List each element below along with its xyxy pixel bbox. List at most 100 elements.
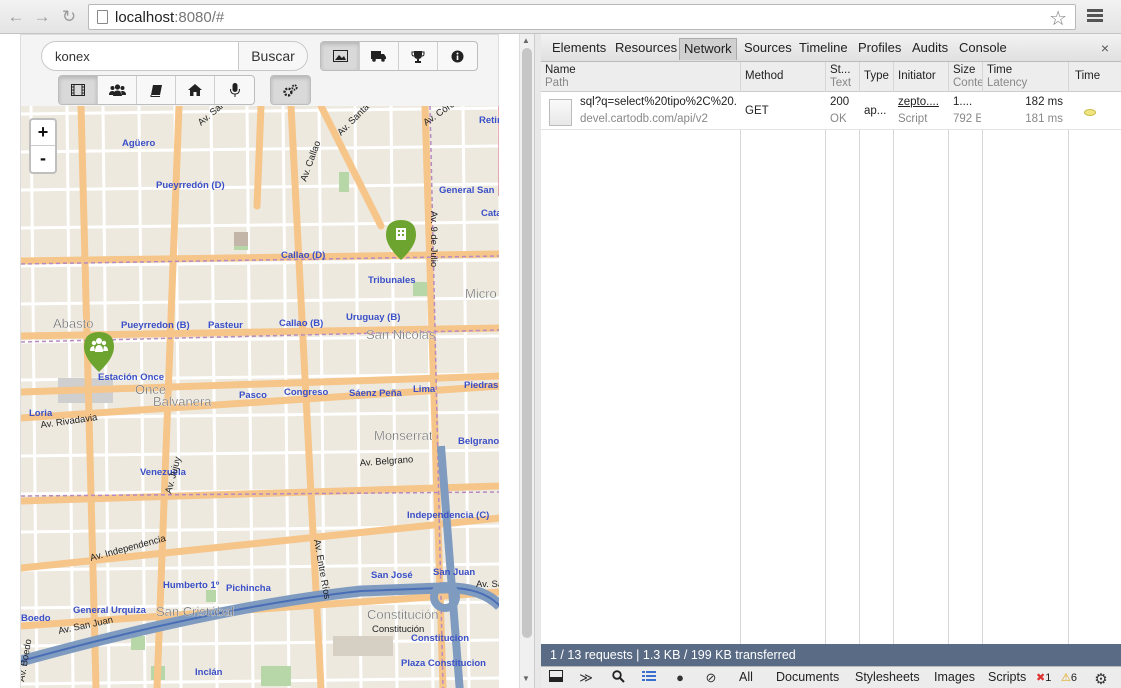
column-divider [1068,62,1069,644]
map-label: San Nicolás [366,327,436,342]
map-label: Independencia (C) [407,510,489,521]
image-icon[interactable] [321,42,360,70]
col-type[interactable]: Type [864,70,889,83]
map-label: Pasteur [208,320,243,331]
map-label: Boedo [21,613,51,624]
map-label: Av. 9 de Julio [428,211,439,267]
request-size: 1.... 792 E [953,96,981,125]
map-label: Retir [479,115,499,126]
tab-sources[interactable]: Sources [740,38,796,60]
map-label: Lima [413,384,436,395]
error-count[interactable]: ✖1 [1036,671,1051,684]
zoom-control: + - [29,118,57,174]
col-status[interactable]: St... Text [830,64,851,90]
info-icon[interactable] [438,42,477,70]
column-divider [982,62,983,644]
scroll-up-icon[interactable]: ▲ [522,36,530,45]
map-label: Pichincha [226,583,272,594]
map-label: Uruguay (B) [346,312,400,323]
forward-arrow-icon[interactable]: → [32,7,52,27]
filter-all[interactable]: All [739,670,753,684]
map-label: Tribunales [368,275,416,286]
tab-timeline[interactable]: Timeline [795,38,852,60]
page-scrollbar[interactable]: ▲ ▼ [519,34,534,688]
col-timeline[interactable]: Time [1075,70,1100,83]
map-label: Pueyrredon (B) [121,320,190,331]
map-label: Balvanera [153,394,212,409]
clear-icon[interactable]: ⊘ [702,670,720,686]
tab-console[interactable]: Console [955,38,1011,60]
search-button[interactable]: Buscar [238,41,308,71]
back-arrow-icon[interactable]: ← [6,7,26,27]
filter-scripts[interactable]: Scripts [988,670,1026,684]
search-panel: Buscar [20,34,499,106]
tab-audits[interactable]: Audits [908,38,952,60]
column-divider [740,62,741,644]
map-label: San Juan [433,567,475,578]
console-icon[interactable]: ≫ [577,670,595,686]
col-method[interactable]: Method [745,70,783,83]
map-label: Sáenz Peña [349,388,403,399]
gear-icon[interactable]: ⚙ [1092,670,1110,688]
col-name[interactable]: Name Path [545,64,576,90]
film-icon[interactable] [59,76,98,104]
request-type: ap... [864,105,887,117]
trophy-icon[interactable] [399,42,438,70]
column-divider [893,62,894,644]
map-view[interactable]: Agüero Pueyrredón (D) Av. Callao Av. Santa … [20,106,499,688]
map-label: San José [371,570,413,581]
table-row[interactable]: sql?q=select%20tipo%2C%20... devel.cartod… [541,92,1121,130]
truck-icon[interactable] [360,42,399,70]
tab-profiles[interactable]: Profiles [854,38,905,60]
warning-count[interactable]: ⚠6 [1061,671,1077,684]
map-label: Callao (B) [279,318,323,329]
close-icon[interactable]: × [1101,40,1109,56]
filter-stylesheets[interactable]: Stylesheets [855,670,920,684]
timeline-bar [1084,109,1096,116]
scrollbar-thumb[interactable] [522,48,532,638]
zoom-out-button[interactable]: - [31,146,55,172]
cogs-icon[interactable] [271,76,310,104]
group-icon[interactable] [98,76,137,104]
devtools-splitter[interactable] [534,34,541,688]
column-divider [859,62,860,644]
star-icon[interactable]: ☆ [1049,6,1067,31]
map-label: Plaza Constitucion [401,658,486,669]
col-initiator[interactable]: Initiator [898,70,936,83]
map-label: Pasco [239,390,267,401]
menu-icon[interactable] [1087,9,1103,23]
file-icon [549,99,572,126]
scroll-down-icon[interactable]: ▼ [522,674,530,683]
map-label: Cata [481,208,499,219]
reload-icon[interactable]: ↻ [59,7,79,27]
warning-icon: ⚠ [1061,672,1071,684]
tab-resources[interactable]: Resources [611,38,681,60]
tab-elements[interactable]: Elements [548,38,610,60]
search-icon[interactable] [609,670,627,686]
map-label: Callao (D) [281,250,325,261]
address-bar[interactable]: localhost:8080/# ☆ [88,4,1076,30]
book-icon[interactable] [137,76,176,104]
search-input[interactable] [41,41,239,71]
request-initiator[interactable]: zepto.... Script [898,94,946,128]
microphone-icon[interactable] [215,76,254,104]
home-icon[interactable] [176,76,215,104]
dock-icon[interactable] [547,670,565,686]
record-icon[interactable]: ● [671,670,689,686]
filter-documents[interactable]: Documents [776,670,839,684]
devtools-tabs: Elements Resources Network Sources Timel… [541,34,1121,62]
url-text[interactable]: localhost:8080/# [115,9,224,26]
map-label: Monserrat [374,428,433,443]
request-name[interactable]: sql?q=select%20tipo%2C%20... devel.cartod… [580,94,737,128]
map-label: Constitución [367,607,439,622]
map-label: Congreso [284,387,329,398]
col-time[interactable]: Time Latency [987,64,1027,90]
category-buttons-bottom [58,75,255,105]
web-page: Buscar [0,34,519,688]
tab-network[interactable]: Network [679,38,737,60]
page-icon [97,10,108,24]
filter-images[interactable]: Images [934,670,975,684]
zoom-in-button[interactable]: + [31,120,55,146]
list-icon[interactable] [640,670,658,686]
col-size[interactable]: Size Conte [953,64,984,90]
